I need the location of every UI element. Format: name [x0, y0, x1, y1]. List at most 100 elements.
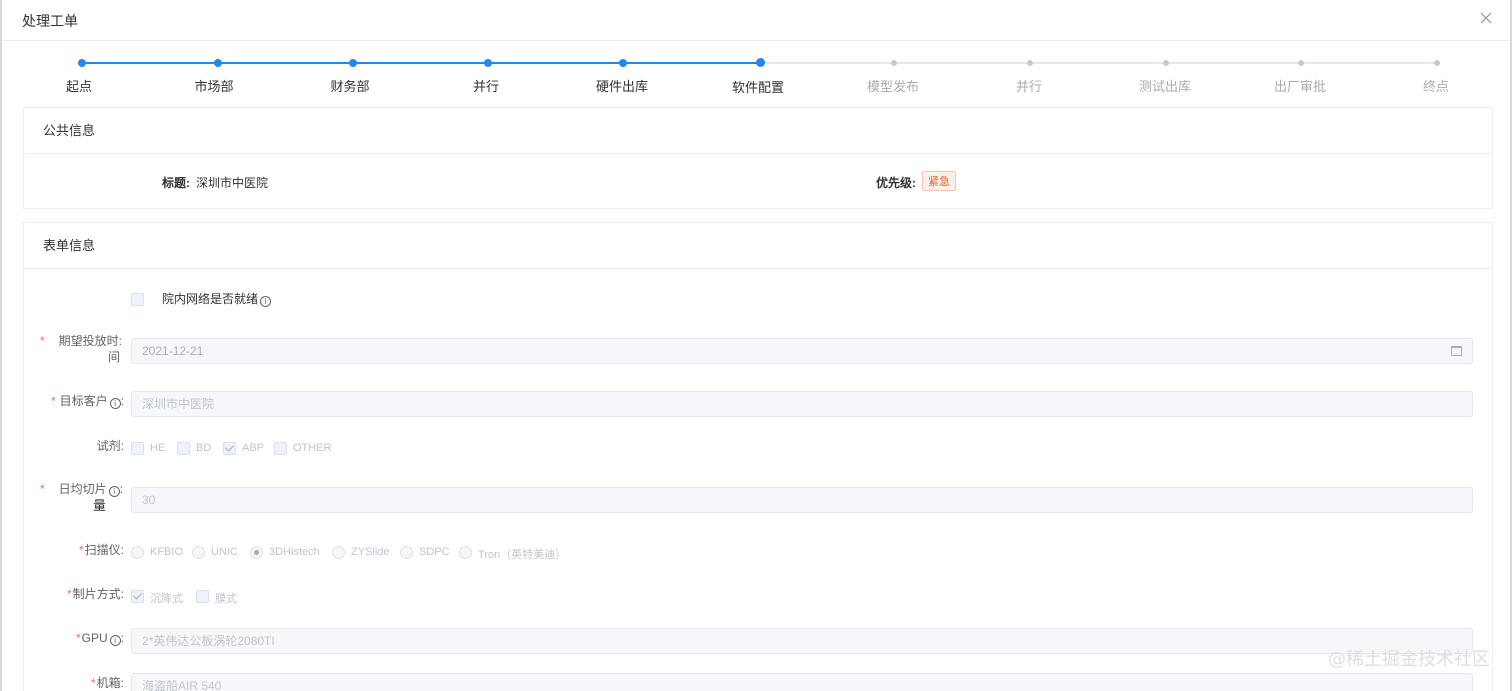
reagent-bd-checkbox[interactable]	[177, 442, 190, 455]
expected-date-value: 2021-12-21	[142, 344, 204, 358]
scanner-unic-label: UNIC	[211, 546, 238, 558]
reagent-he-checkbox[interactable]	[131, 442, 144, 455]
required-asterisk: *	[66, 587, 72, 601]
slice-method-sedimentation-checkbox[interactable]	[131, 590, 144, 603]
scanner-sdpc-label: SDPC	[419, 546, 450, 558]
scanner-sdpc-radio[interactable]	[400, 546, 413, 559]
public-info-card: 公共信息 标题: 深圳市中医院 优先级: 紧急	[23, 107, 1493, 209]
reagent-bd-label: BD	[196, 442, 212, 454]
reagent-abp-label: ABP	[242, 442, 265, 454]
scanner-zyslide-radio[interactable]	[332, 546, 345, 559]
label-colon: :	[120, 394, 124, 408]
step-label: 并行	[472, 79, 499, 94]
step-dot	[1163, 60, 1169, 66]
step-dot	[214, 59, 222, 67]
target-customer-label: * 目标客户 i:	[34, 393, 124, 409]
slice-method-membrane-checkbox[interactable]	[196, 590, 209, 603]
target-customer-value: 深圳市中医院	[142, 397, 215, 411]
step-label: 并行	[1015, 79, 1042, 94]
close-icon[interactable]	[1478, 10, 1494, 26]
reagent-label: 试剂:	[96, 439, 124, 453]
reagent-he-label: HE	[150, 442, 166, 454]
step-dot	[891, 60, 897, 66]
step-dot	[1027, 60, 1033, 66]
step-label: 终点	[1422, 79, 1449, 94]
daily-slices-value: 30	[142, 493, 156, 507]
step-line-done	[82, 62, 760, 64]
chassis-label: *机箱:	[54, 675, 124, 691]
expected-date-label-line2: 间	[107, 350, 120, 364]
scanner-label-text: 扫描仪:	[84, 543, 124, 557]
step-dot	[1434, 60, 1440, 66]
chassis-input[interactable]: 海盗船AIR 540	[131, 673, 1473, 691]
dialog-header: 处理工单	[2, 0, 1510, 41]
step-label: 硬件出库	[595, 79, 648, 94]
scanner-3dhistech-label: 3DHistech	[269, 546, 320, 558]
step-label: 财务部	[330, 79, 370, 94]
step-dot	[1298, 60, 1304, 66]
scanner-tron-label: Tron（英特美迪）	[478, 549, 567, 561]
required-asterisk: *	[78, 543, 84, 557]
dialog-title: 处理工单	[22, 13, 78, 29]
expected-date-input[interactable]: 2021-12-21	[131, 338, 1473, 364]
target-customer-input[interactable]: 深圳市中医院	[131, 391, 1473, 417]
gpu-label-text: GPU	[81, 631, 108, 645]
step-dot	[349, 59, 357, 67]
daily-slices-input[interactable]: 30	[131, 487, 1473, 513]
title-label: 标题:	[162, 176, 190, 190]
step-dot-current	[756, 58, 765, 67]
reagent-other-checkbox[interactable]	[274, 442, 287, 455]
chassis-label-text: 机箱:	[96, 676, 124, 690]
watermark: @稀土掘金技术社区	[1328, 649, 1490, 670]
scanner-kfbio-radio[interactable]	[131, 546, 144, 559]
slice-method-label: *制片方式:	[44, 586, 124, 602]
required-asterisk: *	[90, 676, 96, 690]
reagent-abp-checkbox[interactable]	[223, 442, 236, 455]
required-asterisk: *	[75, 631, 81, 645]
gpu-value: 2*英伟达公板涡轮2080TI	[142, 634, 275, 648]
calendar-icon[interactable]	[1451, 346, 1462, 356]
step-label: 模型发布	[866, 79, 919, 94]
slice-method-membrane-label: 膜式	[215, 593, 237, 605]
priority-badge: 紧急	[922, 171, 956, 191]
network-ready-checkbox[interactable]	[131, 293, 144, 306]
scanner-unic-radio[interactable]	[192, 546, 205, 559]
info-icon[interactable]: i	[109, 398, 121, 409]
expected-date-label-text: 期望投放时:	[58, 334, 123, 348]
step-label-current: 软件配置	[731, 80, 784, 95]
step-label: 出厂审批	[1273, 79, 1326, 94]
required-asterisk: *	[40, 482, 45, 496]
gpu-input[interactable]: 2*英伟达公板涡轮2080TI	[131, 628, 1473, 654]
title-value: 深圳市中医院	[196, 176, 269, 190]
step-dot	[484, 59, 492, 67]
required-asterisk: *	[50, 394, 56, 408]
daily-slices-label-line2: 量	[92, 498, 106, 513]
gpu-label: *GPU i:	[54, 630, 124, 646]
form-info-card: 表单信息 院内网络是否就绪 i * 期望投放时: 间 2021-12-21 * 目标客…	[23, 222, 1493, 691]
network-ready-label: 院内网络是否就绪 i	[162, 290, 272, 307]
scanner-kfbio-label: KFBIO	[150, 546, 184, 558]
step-label: 市场部	[194, 79, 234, 94]
scanner-3dhistech-radio[interactable]	[250, 546, 263, 559]
slice-method-sedimentation-label: 沉降式	[150, 593, 183, 605]
required-asterisk: *	[40, 334, 45, 348]
expected-date-label: * 期望投放时:	[40, 333, 124, 349]
slice-method-label-text: 制片方式:	[72, 587, 124, 601]
label-colon: :	[119, 482, 124, 496]
scanner-label: *扫描仪:	[54, 542, 124, 558]
process-ticket-dialog: 处理工单 起点 市场部 财务部 并行 硬件出库 软件配置 模型发布 并行 测试出…	[0, 0, 1512, 691]
info-icon[interactable]: i	[108, 486, 120, 497]
priority-label: 优先级:	[876, 176, 916, 190]
card-header: 公共信息	[24, 108, 1492, 154]
daily-slices-label: * 日均切片 i:	[40, 481, 130, 497]
step-label: 起点	[65, 79, 92, 94]
info-icon[interactable]: i	[260, 296, 272, 307]
step-dot	[78, 59, 86, 67]
chassis-value: 海盗船AIR 540	[142, 679, 222, 691]
info-icon[interactable]: i	[109, 635, 121, 646]
scanner-tron-radio[interactable]	[459, 546, 472, 559]
daily-slices-text: 日均切片	[58, 482, 107, 496]
step-line-todo	[760, 62, 1437, 64]
step-dot	[619, 59, 627, 67]
card-header: 表单信息	[24, 223, 1492, 269]
